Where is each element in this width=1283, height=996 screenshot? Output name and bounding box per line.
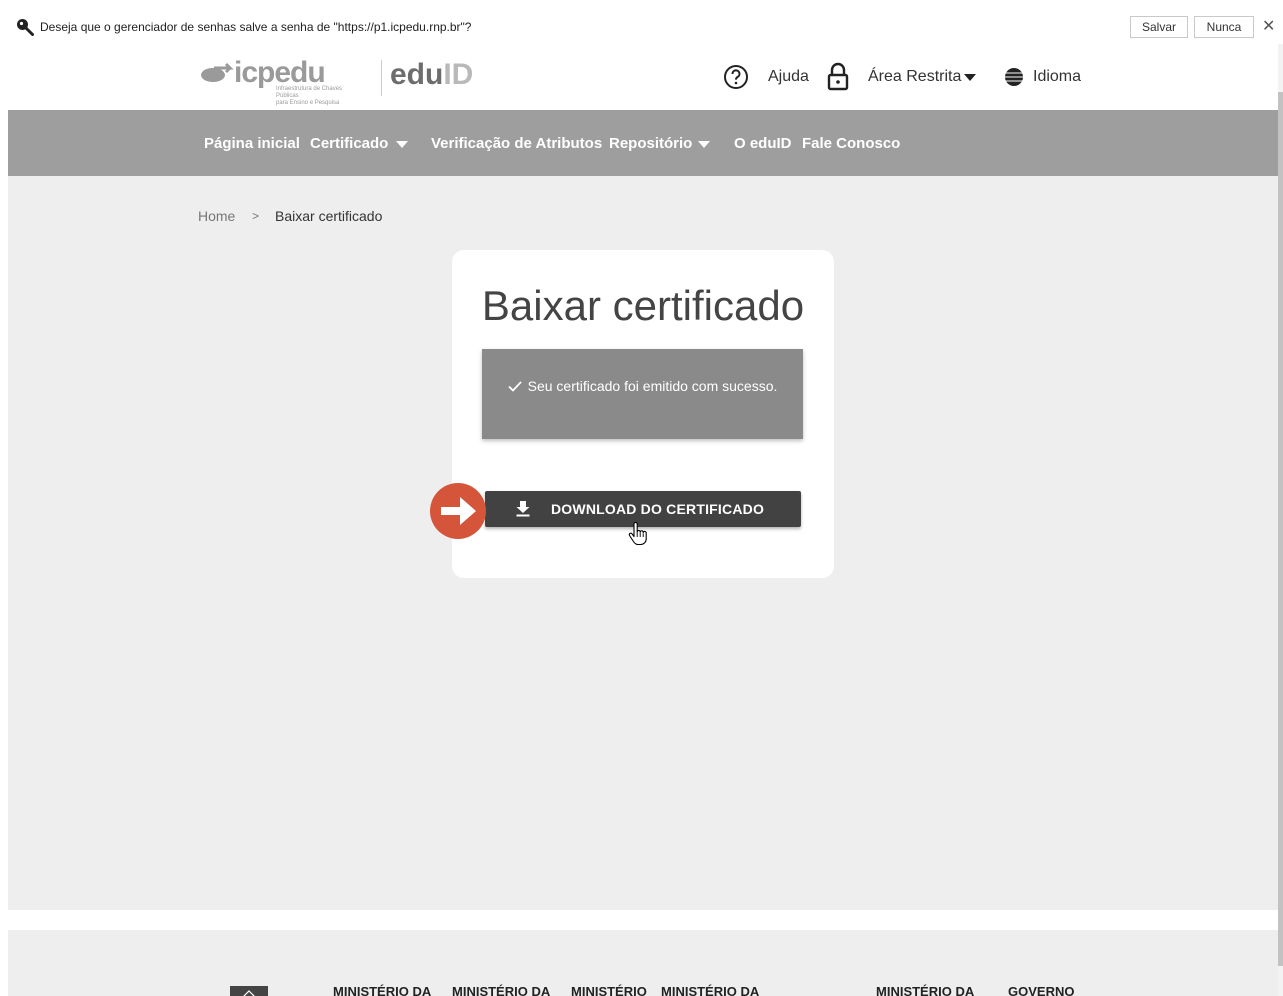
footer-government: GOVERNO [1008, 984, 1075, 996]
site-header: icpedu Infraestrutura de Chaves Públicas… [8, 44, 1278, 110]
save-password-button[interactable]: Salvar [1130, 16, 1188, 38]
nav-contact[interactable]: Fale Conosco [802, 135, 900, 152]
success-alert: Seu certificado foi emitido com sucesso. [482, 349, 803, 439]
icpedu-logo-text: icpedu [234, 56, 326, 89]
lock-icon[interactable] [825, 62, 851, 92]
main-navigation: Página inicial Certificado Verificação d… [8, 110, 1278, 176]
breadcrumb-home[interactable]: Home [198, 208, 235, 224]
page-title: Baixar certificado [481, 282, 805, 329]
icpedu-tagline: Infraestrutura de Chaves Públicas para E… [276, 86, 356, 107]
nav-certificate-caret-icon[interactable] [396, 141, 408, 148]
footer-ministry-2: MINISTÉRIO DA [452, 984, 551, 996]
page-content: icpedu Infraestrutura de Chaves Públicas… [8, 44, 1278, 996]
success-message: Seu certificado foi emitido com sucesso. [527, 378, 778, 394]
close-icon[interactable]: ✕ [1262, 16, 1275, 36]
password-prompt-message: Deseja que o gerenciador de senhas salve… [40, 20, 472, 34]
nav-repository-caret-icon[interactable] [698, 141, 710, 148]
success-alert-content: Seu certificado foi emitido com sucesso. [502, 375, 783, 397]
scrollbar-thumb[interactable] [1278, 92, 1283, 966]
footer-ministry-1: MINISTÉRIO DA [333, 984, 432, 996]
footer-ministry-5: MINISTÉRIO DA [876, 984, 975, 996]
government-emblem [230, 986, 268, 996]
nav-about-eduid[interactable]: O eduID [734, 135, 792, 152]
footer-divider [8, 910, 1278, 930]
restricted-area-menu[interactable]: Área Restrita [868, 68, 961, 86]
download-certificate-label: DOWNLOAD DO CERTIFICADO [551, 501, 765, 517]
footer-ministry-4: MINISTÉRIO DA [661, 984, 760, 996]
check-icon [507, 381, 522, 392]
arrow-right-icon [430, 483, 486, 539]
footer-ministry-3: MINISTÉRIO [571, 984, 647, 996]
key-icon [17, 19, 34, 36]
icpedu-tagline-line-2: para Ensino e Pesquisa [276, 100, 340, 106]
icpedu-logo-icon [201, 62, 234, 82]
breadcrumb-current: Baixar certificado [275, 208, 383, 224]
hand-pointer-cursor-icon [628, 522, 647, 546]
nav-home[interactable]: Página inicial [204, 135, 300, 152]
eduid-logo[interactable]: eduID [390, 58, 473, 92]
icpedu-tagline-line-1: Infraestrutura de Chaves Públicas [276, 86, 343, 99]
help-icon[interactable] [723, 64, 749, 90]
nav-repository[interactable]: Repositório [609, 135, 692, 152]
breadcrumb-separator: > [252, 209, 260, 223]
never-save-button[interactable]: Nunca [1194, 16, 1254, 38]
eduid-logo-edu: edu [390, 58, 444, 91]
eduid-logo-id: ID [443, 58, 474, 91]
emblem-icon [243, 990, 255, 996]
download-icon [516, 501, 530, 517]
download-card: Baixar certificado Seu certificado foi e… [430, 250, 834, 578]
page-scrollbar[interactable] [1278, 44, 1283, 996]
help-link[interactable]: Ajuda [768, 68, 809, 86]
nav-certificate[interactable]: Certificado [310, 135, 388, 152]
caret-down-icon[interactable] [964, 74, 976, 81]
language-menu[interactable]: Idioma [1033, 68, 1081, 86]
nav-attribute-check[interactable]: Verificação de Atributos [431, 135, 602, 152]
logo-divider [381, 60, 382, 96]
globe-icon[interactable] [1003, 66, 1025, 88]
